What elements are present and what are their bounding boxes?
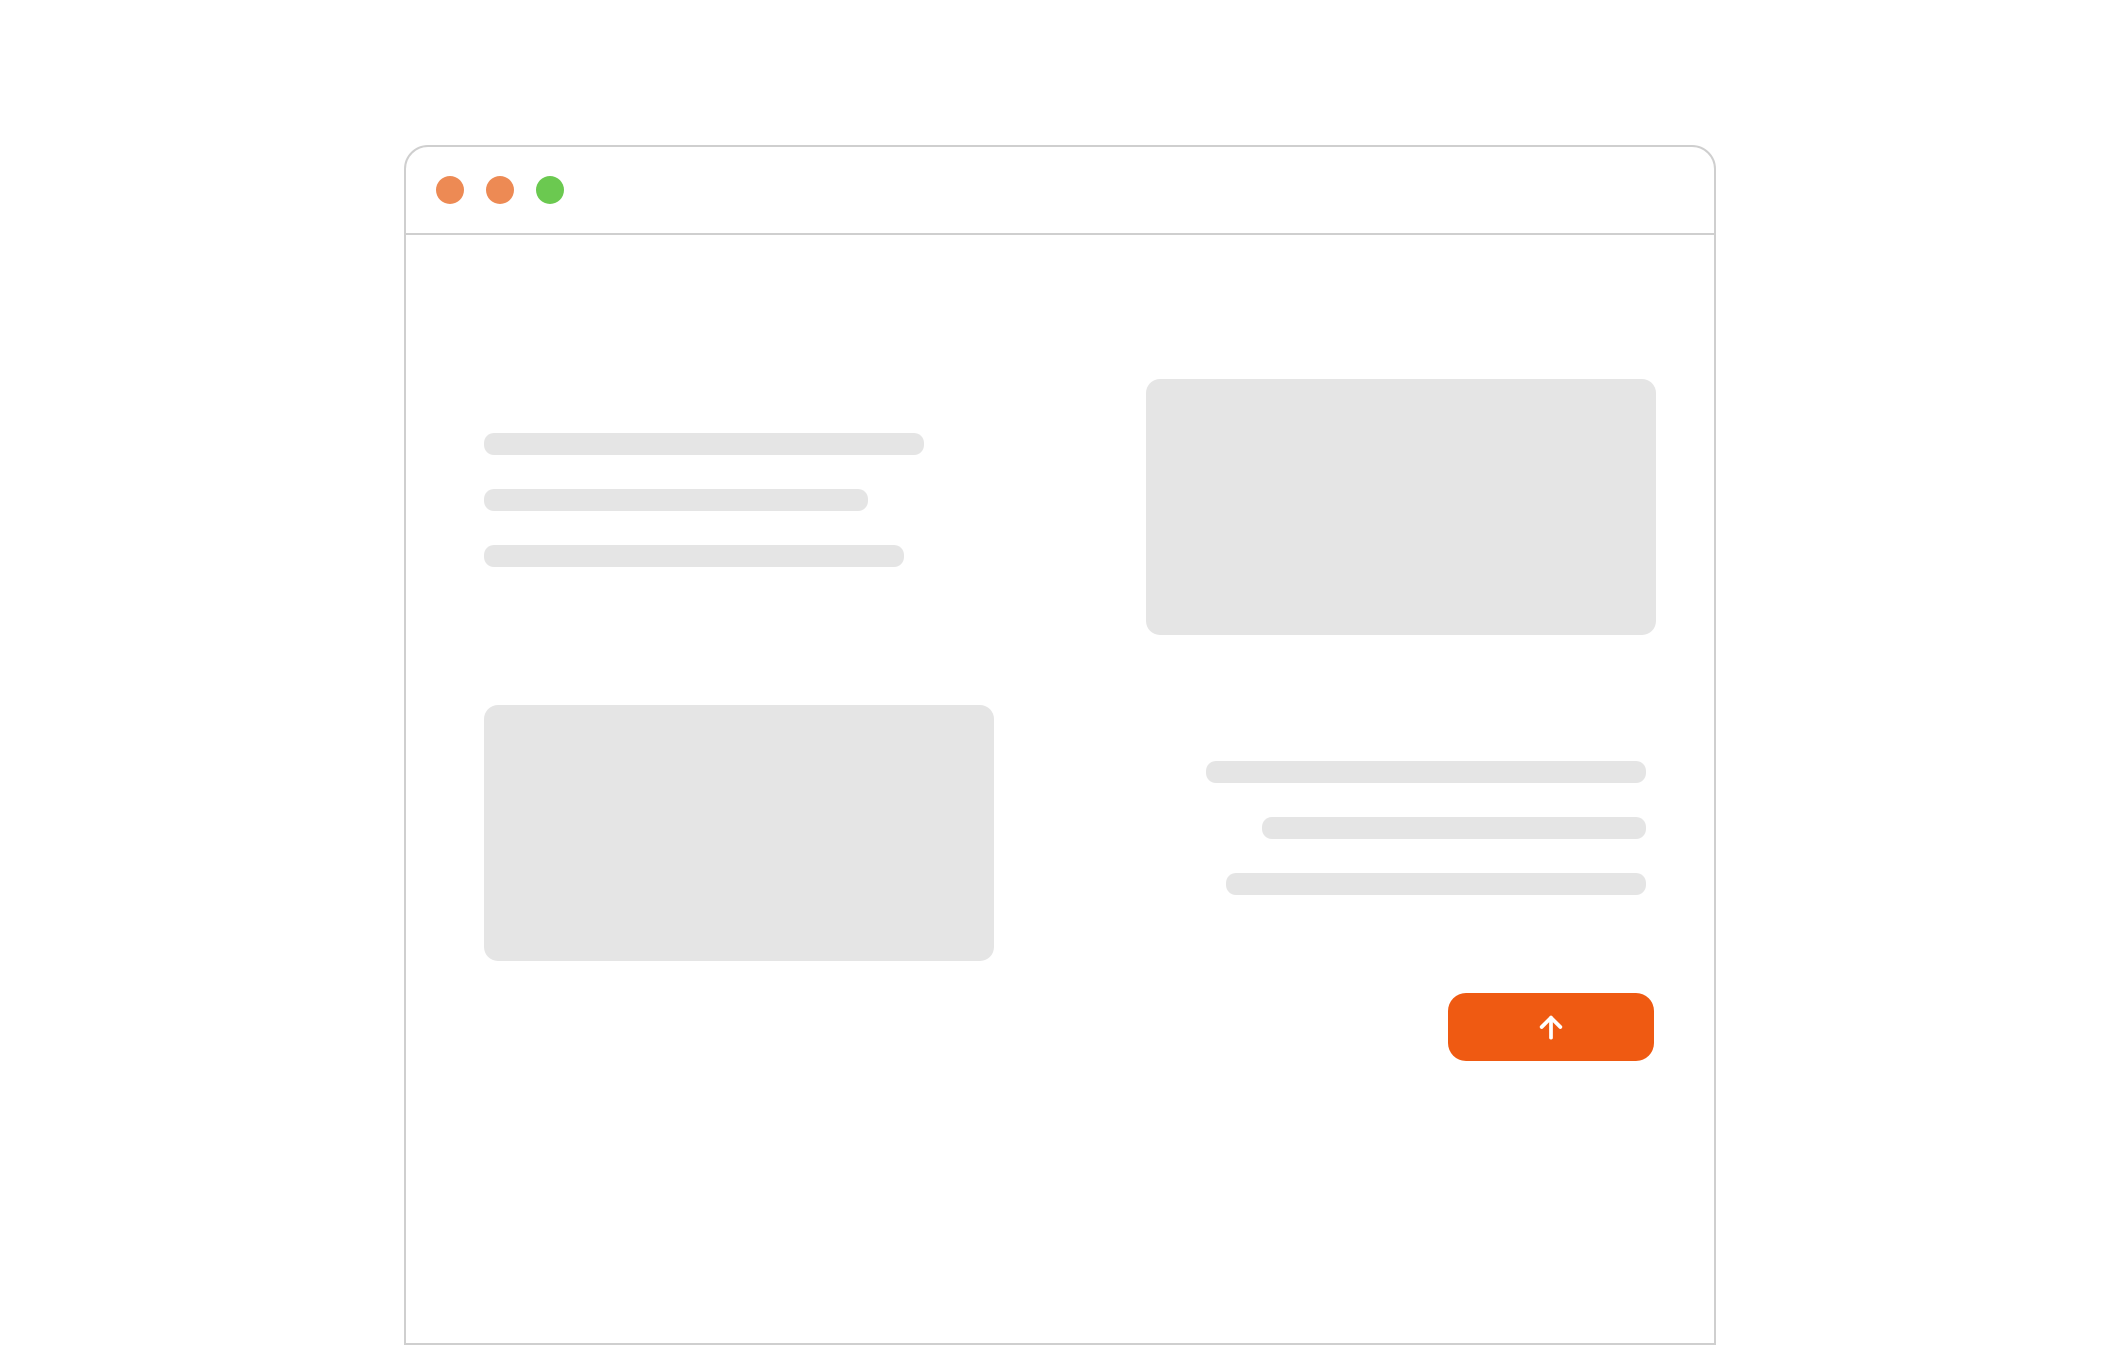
maximize-icon[interactable] (536, 176, 564, 204)
placeholder-text-line (484, 489, 868, 511)
minimize-icon[interactable] (486, 176, 514, 204)
placeholder-text-line (1226, 873, 1646, 895)
placeholder-text-line (484, 433, 924, 455)
browser-window-mock (404, 145, 1716, 1345)
arrow-up-icon (1535, 1011, 1567, 1043)
stage (0, 0, 2104, 1094)
placeholder-text-line (484, 545, 904, 567)
placeholder-text-line (1262, 817, 1646, 839)
close-icon[interactable] (436, 176, 464, 204)
window-titlebar (406, 147, 1714, 235)
scroll-to-top-button[interactable] (1448, 993, 1654, 1061)
window-content (406, 235, 1714, 1343)
placeholder-text-line (1206, 761, 1646, 783)
placeholder-image-left (484, 705, 994, 961)
placeholder-image-right (1146, 379, 1656, 635)
traffic-lights (436, 176, 564, 204)
